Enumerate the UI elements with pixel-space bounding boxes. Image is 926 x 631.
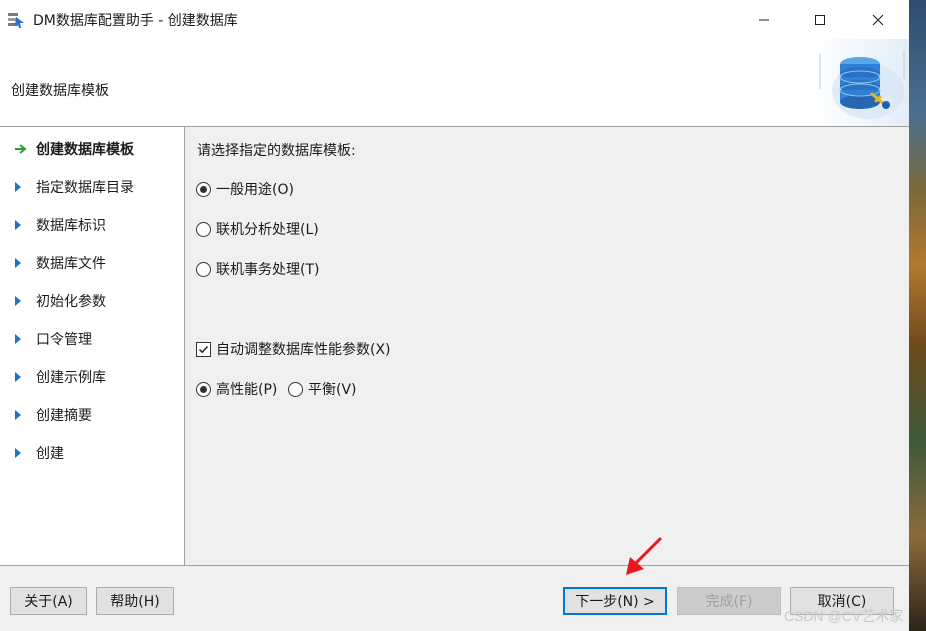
radio-label: 高性能(P) (216, 382, 278, 398)
step-arrow-icon (14, 293, 36, 309)
close-icon (872, 14, 884, 25)
nav-item-init-params[interactable]: 初始化参数 (14, 290, 106, 312)
radio-label: 平衡(V) (308, 382, 357, 398)
step-arrow-icon (14, 445, 36, 461)
radio-selected-icon (196, 381, 211, 397)
page-header: 创建数据库模板 (0, 39, 909, 127)
help-button[interactable]: 帮助(H) (96, 587, 174, 615)
nav-item-label: 创建 (36, 446, 64, 462)
minimize-icon (759, 19, 769, 20)
radio-unselected-icon (288, 381, 303, 397)
radio-selected-icon (196, 181, 211, 197)
nav-item-password[interactable]: 口令管理 (14, 328, 92, 350)
finish-button: 完成(F) (677, 587, 781, 615)
minimize-button[interactable] (741, 0, 787, 39)
template-prompt: 请选择指定的数据库模板: (197, 143, 356, 159)
nav-item-db-files[interactable]: 数据库文件 (14, 252, 106, 274)
next-button[interactable]: 下一步(N) > (563, 587, 667, 615)
radio-unselected-icon (196, 261, 211, 277)
radio-general-purpose[interactable]: 一般用途(O) (196, 179, 294, 199)
nav-item-label: 数据库标识 (36, 218, 106, 234)
step-arrow-icon (14, 255, 36, 271)
radio-label: 联机事务处理(T) (216, 262, 320, 278)
step-arrow-icon (14, 407, 36, 423)
title-bar[interactable]: DM数据库配置助手 - 创建数据库 (0, 0, 909, 39)
nav-item-db-directory[interactable]: 指定数据库目录 (14, 176, 134, 198)
nav-item-db-identity[interactable]: 数据库标识 (14, 214, 106, 236)
radio-high-performance[interactable]: 高性能(P) (196, 379, 277, 399)
nav-item-label: 初始化参数 (36, 294, 106, 310)
radio-olap[interactable]: 联机分析处理(L) (196, 219, 319, 239)
radio-label: 一般用途(O) (216, 182, 294, 198)
checkbox-auto-tune[interactable]: 自动调整数据库性能参数(X) (196, 339, 391, 359)
step-arrow-icon (14, 369, 36, 385)
database-logo-icon (810, 39, 909, 126)
radio-balanced[interactable]: 平衡(V) (288, 379, 357, 399)
about-button[interactable]: 关于(A) (10, 587, 87, 615)
page-title: 创建数据库模板 (11, 83, 109, 99)
nav-item-label: 口令管理 (36, 332, 92, 348)
app-icon (7, 11, 25, 29)
nav-item-sample-db[interactable]: 创建示例库 (14, 366, 106, 388)
checkbox-label: 自动调整数据库性能参数(X) (216, 342, 391, 358)
maximize-icon (815, 14, 825, 25)
dm-config-window: DM数据库配置助手 - 创建数据库 创建数据库模板 创建数据库模板 指定数据库目… (0, 0, 909, 631)
nav-item-label: 创建数据库模板 (36, 142, 134, 158)
maximize-button[interactable] (797, 0, 843, 39)
close-button[interactable] (855, 0, 901, 39)
checkbox-checked-icon (196, 341, 211, 357)
nav-item-summary[interactable]: 创建摘要 (14, 404, 92, 426)
nav-item-create[interactable]: 创建 (14, 442, 64, 464)
nav-item-label: 数据库文件 (36, 256, 106, 272)
nav-item-label: 指定数据库目录 (36, 180, 134, 196)
nav-item-create-template[interactable]: 创建数据库模板 (14, 138, 134, 160)
nav-item-label: 创建示例库 (36, 370, 106, 386)
active-step-arrow-icon (14, 141, 36, 157)
nav-item-label: 创建摘要 (36, 408, 92, 424)
desktop-background (909, 0, 926, 631)
watermark-text: CSDN @CV艺术家 (784, 608, 904, 624)
button-bar: 关于(A) 帮助(H) 下一步(N) > 完成(F) 取消(C) (0, 565, 909, 631)
window-title: DM数据库配置助手 - 创建数据库 (33, 13, 238, 29)
radio-oltp[interactable]: 联机事务处理(T) (196, 259, 319, 279)
radio-unselected-icon (196, 221, 211, 237)
template-panel: 请选择指定的数据库模板: 一般用途(O) 联机分析处理(L) 联机事务处理(T)… (186, 127, 909, 565)
step-arrow-icon (14, 331, 36, 347)
step-arrow-icon (14, 217, 36, 233)
radio-label: 联机分析处理(L) (216, 222, 319, 238)
step-arrow-icon (14, 179, 36, 195)
wizard-steps-nav: 创建数据库模板 指定数据库目录 数据库标识 数据库文件 初始化参数 口令管理 创… (0, 127, 185, 565)
